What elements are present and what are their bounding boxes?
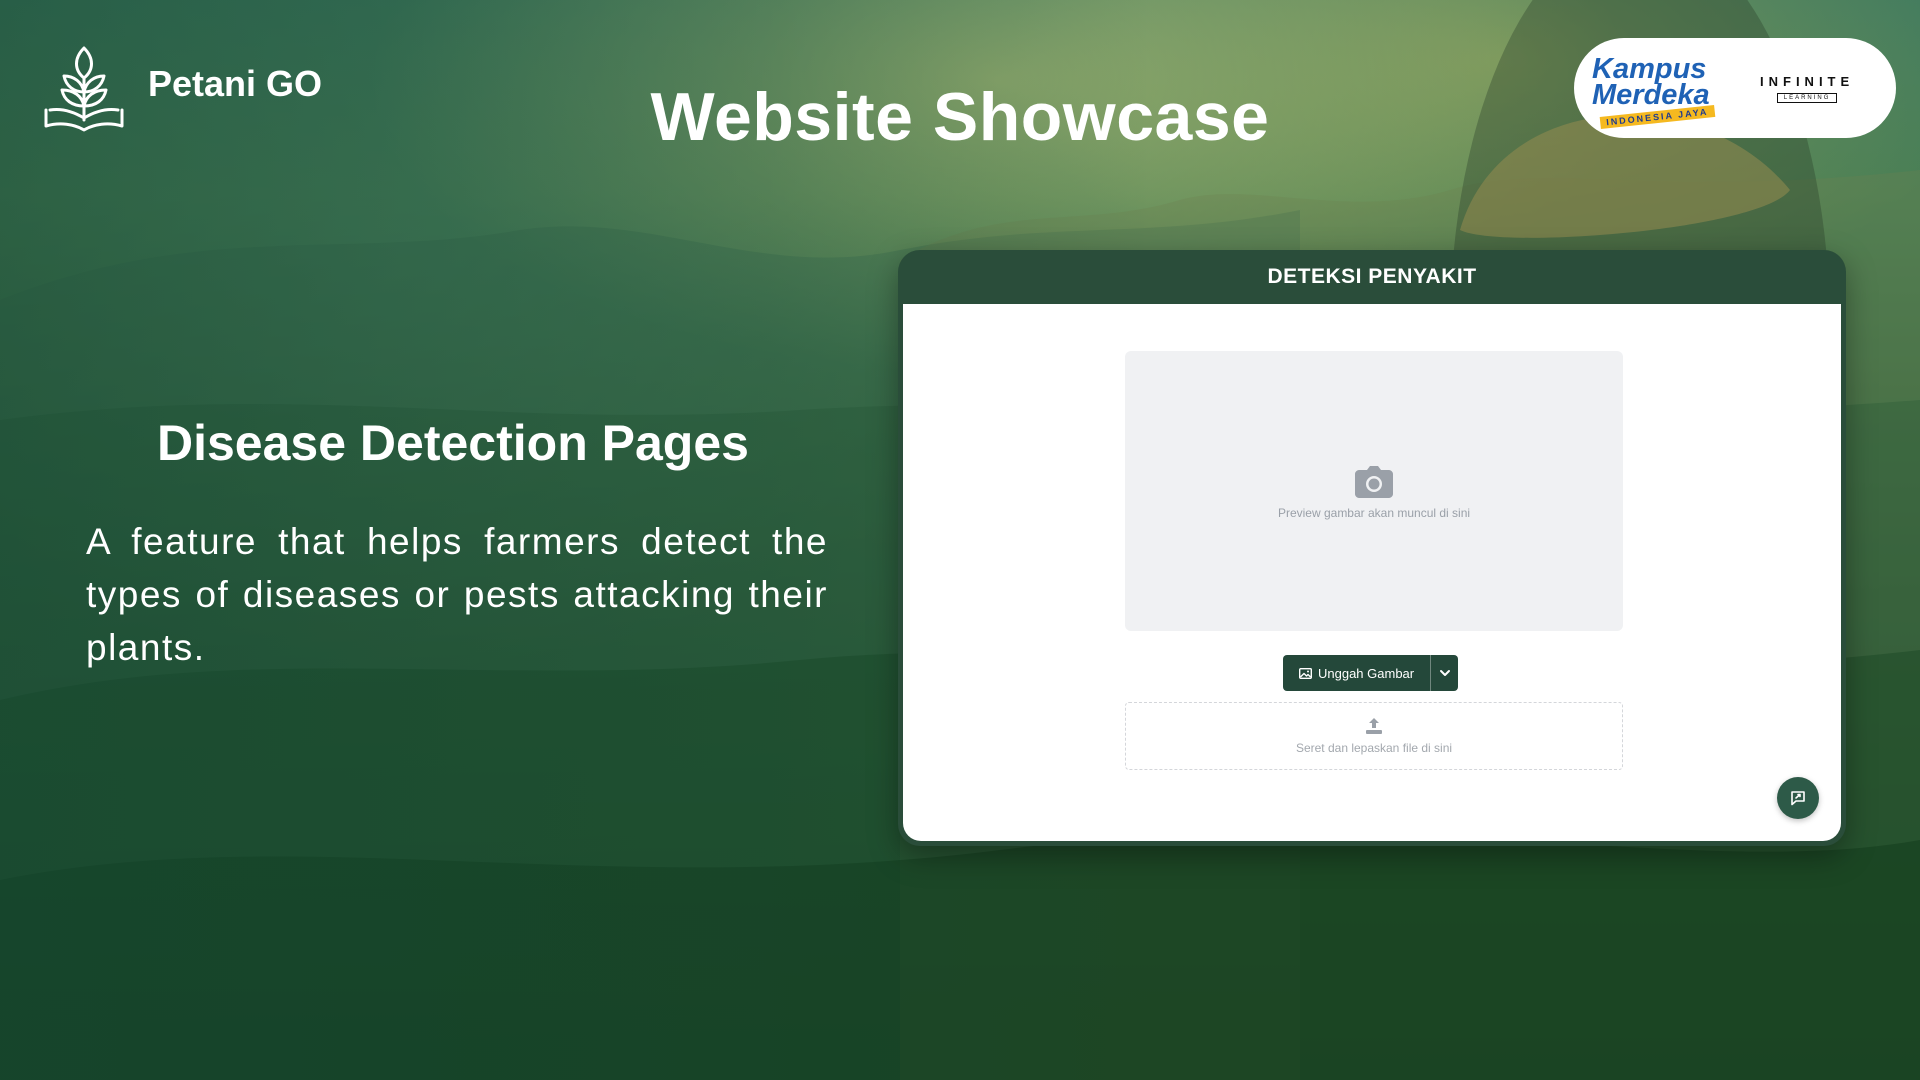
chevron-down-icon xyxy=(1439,670,1450,676)
upload-icon xyxy=(1366,718,1382,734)
chat-button[interactable] xyxy=(1777,777,1819,819)
kampus-merdeka-logo: Kampus Merdeka INDONESIA JAYA xyxy=(1588,45,1738,131)
dropzone-text: Seret dan lepaskan file di sini xyxy=(1295,741,1453,755)
preview-placeholder-text: Preview gambar akan muncul di sini xyxy=(1277,506,1471,520)
page-title-text: Website Showcase xyxy=(650,79,1270,155)
infinite-learning-bottom: LEARNING xyxy=(1776,92,1838,103)
mockup-content: Preview gambar akan muncul di sini Ungga… xyxy=(903,304,1841,841)
image-icon xyxy=(1299,667,1312,679)
feature-title: Disease Detection Pages xyxy=(157,415,749,471)
camera-icon xyxy=(1355,466,1393,498)
feature-description: A feature that helps farmers detect the … xyxy=(86,521,828,668)
infinite-learning-top: INFINITE xyxy=(1760,73,1855,89)
upload-image-button[interactable]: Unggah Gambar xyxy=(1283,655,1430,691)
partner-logos: Kampus Merdeka INDONESIA JAYA INFINITE L… xyxy=(1574,38,1896,138)
infinite-learning-logo: INFINITE LEARNING xyxy=(1760,74,1854,103)
image-preview-area: Preview gambar akan muncul di sini xyxy=(1125,351,1623,631)
upload-image-label: Unggah Gambar xyxy=(1318,665,1415,681)
mockup-title: DETEKSI PENYAKIT xyxy=(1267,265,1477,288)
file-dropzone[interactable]: Seret dan lepaskan file di sini xyxy=(1125,702,1623,770)
kampus-merdeka-line2: Merdeka xyxy=(1592,79,1710,111)
app-mockup-window: DETEKSI PENYAKIT Preview gambar akan mun… xyxy=(898,250,1846,846)
mockup-header: DETEKSI PENYAKIT xyxy=(903,250,1841,304)
upload-options-dropdown[interactable] xyxy=(1430,655,1458,691)
upload-button-group: Unggah Gambar xyxy=(1283,655,1459,691)
chat-icon xyxy=(1791,791,1805,806)
